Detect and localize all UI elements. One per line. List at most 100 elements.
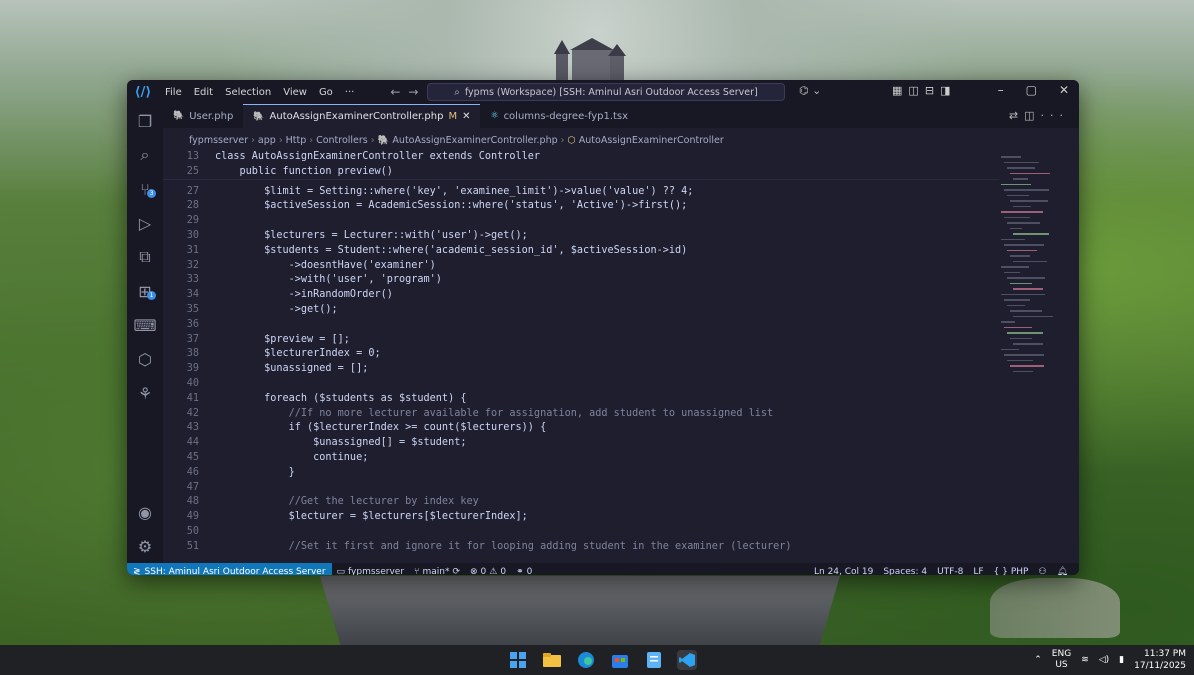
code-line[interactable]: 33 ->with('user', 'program') — [163, 273, 999, 288]
code-line[interactable]: 31 $students = Student::where('academic_… — [163, 244, 999, 259]
code-line[interactable]: 32 ->doesntHave('examiner') — [163, 259, 999, 274]
indentation[interactable]: Spaces: 4 — [878, 567, 932, 575]
branch-status[interactable]: ⑂ main* ⟳ — [409, 567, 465, 575]
toggle-sidebar-icon[interactable]: ◫ — [908, 84, 924, 97]
docker-icon[interactable]: ⚘ — [127, 376, 163, 410]
code-editor[interactable]: 13 class AutoAssignExaminerController ext… — [163, 150, 999, 563]
toggle-secondary-sidebar-icon[interactable]: ◨ — [940, 84, 956, 97]
explorer-icon[interactable]: ❐ — [127, 104, 163, 138]
code-line[interactable]: 39 $unassigned = []; — [163, 362, 999, 377]
code-line[interactable]: 46 } — [163, 466, 999, 481]
code-line[interactable]: 36 — [163, 318, 999, 333]
split-editor-icon[interactable]: ◫ — [1024, 109, 1040, 122]
notepad-icon[interactable] — [644, 650, 664, 670]
sticky-scroll-line[interactable]: 25 public function preview() — [163, 164, 999, 180]
database-icon[interactable]: ⬡ — [127, 342, 163, 376]
breadcrumb-item[interactable]: Http — [286, 135, 307, 146]
settings-gear-icon[interactable]: ⚙ — [127, 529, 163, 563]
vscode-taskbar-icon[interactable] — [677, 650, 697, 670]
maximize-icon[interactable]: ▢ — [1026, 83, 1037, 97]
code-line[interactable]: 47 — [163, 481, 999, 496]
code-line[interactable]: 35 ->get(); — [163, 303, 999, 318]
store-icon[interactable] — [610, 650, 630, 670]
menu-edit[interactable]: Edit — [188, 87, 219, 98]
problems-status[interactable]: ⊗ 0 ⚠ 0 — [465, 567, 511, 575]
code-line[interactable]: 38 $lecturerIndex = 0; — [163, 347, 999, 362]
copilot-status-icon[interactable]: ⚇ — [1033, 567, 1051, 575]
copilot-icon[interactable]: ⌬ ⌄ — [799, 84, 821, 97]
code-line[interactable]: 42 //If no more lecturer available for a… — [163, 407, 999, 422]
breadcrumb-item[interactable]: AutoAssignExaminerController — [579, 135, 724, 146]
chevron-up-icon[interactable]: ⌃ — [1034, 655, 1042, 665]
encoding[interactable]: UTF-8 — [932, 567, 968, 575]
end-of-line[interactable]: LF — [968, 567, 988, 575]
tab-autoassign-controller[interactable]: 🐘 AutoAssignExaminerController.php M ✕ — [243, 104, 481, 128]
code-line[interactable]: 40 — [163, 377, 999, 392]
forward-arrow-icon[interactable]: → — [408, 85, 426, 99]
remote-explorer-icon[interactable]: ⧉ — [127, 240, 163, 274]
customize-layout-icon[interactable]: ▦ — [892, 84, 908, 97]
language-indicator[interactable]: ENG US — [1052, 649, 1071, 671]
clock[interactable]: 11:37 PM 17/11/2025 — [1134, 648, 1186, 672]
edge-browser-icon[interactable] — [576, 650, 596, 670]
more-actions-icon[interactable]: ··· — [1041, 109, 1070, 122]
language-mode[interactable]: { } PHP — [989, 567, 1034, 575]
run-debug-icon[interactable]: ▷ — [127, 206, 163, 240]
extensions-icon[interactable]: ⊞ 1 — [127, 274, 163, 308]
remote-indicator[interactable]: ≷ SSH: Aminul Asri Outdoor Access Server — [127, 563, 332, 575]
sticky-scroll-line[interactable]: 13 class AutoAssignExaminerController ext… — [163, 150, 999, 165]
code-line[interactable]: 45 continue; — [163, 451, 999, 466]
folder-status[interactable]: ▭ fypmsserver — [332, 567, 410, 575]
code-line[interactable]: 27 $limit = Setting::where('key', 'exami… — [163, 185, 999, 200]
nav-arrows[interactable]: ←→ — [390, 85, 426, 99]
tab-user-php[interactable]: 🐘 User.php — [163, 104, 243, 128]
menu-more[interactable]: ··· — [339, 87, 361, 98]
file-explorer-icon[interactable] — [542, 650, 562, 670]
compare-icon[interactable]: ⇄ — [1009, 109, 1024, 122]
windows-start-icon[interactable] — [508, 650, 528, 670]
code-line[interactable]: 29 — [163, 214, 999, 229]
code-line[interactable]: 37 $preview = []; — [163, 333, 999, 348]
code-line[interactable]: 48 //Get the lecturer by index key — [163, 495, 999, 510]
code-text: ->get(); — [215, 303, 338, 315]
code-text: $lecturer = $lecturers[$lecturerIndex]; — [215, 511, 528, 523]
cursor-position[interactable]: Ln 24, Col 19 — [809, 567, 878, 575]
line-number: 27 — [186, 185, 199, 197]
code-line[interactable]: 49 $lecturer = $lecturers[$lecturerIndex… — [163, 510, 999, 525]
sync-icon[interactable]: ⟳ — [452, 567, 460, 575]
code-line[interactable]: 30 $lecturers = Lecturer::with('user')->… — [163, 229, 999, 244]
close-icon[interactable]: ✕ — [1059, 83, 1069, 97]
code-line[interactable]: 43 if ($lecturerIndex >= count($lecturer… — [163, 421, 999, 436]
wifi-icon[interactable]: ≋ — [1081, 655, 1089, 665]
volume-icon[interactable]: ◁) — [1099, 655, 1109, 665]
code-line[interactable]: 50 — [163, 525, 999, 540]
breadcrumb-item[interactable]: app — [258, 135, 276, 146]
ports-status[interactable]: ⚭ 0 — [511, 567, 537, 575]
menu-file[interactable]: File — [159, 87, 188, 98]
search-activity-icon[interactable]: ⌕ — [127, 138, 163, 172]
copilot-chat-icon[interactable]: ⌨ — [127, 308, 163, 342]
source-control-icon[interactable]: ⑂ 3 — [127, 172, 163, 206]
back-arrow-icon[interactable]: ← — [390, 85, 408, 99]
code-line[interactable]: 41 foreach ($students as $student) { — [163, 392, 999, 407]
command-center-search[interactable]: ⌕ fypms (Workspace) [SSH: Aminul Asri Ou… — [427, 83, 785, 101]
layout-controls[interactable]: ▦◫⊟◨ — [892, 84, 956, 97]
tab-columns-degree[interactable]: ⚛ columns-degree-fyp1.tsx — [480, 104, 638, 128]
code-line[interactable]: 44 $unassigned[] = $student; — [163, 436, 999, 451]
breadcrumb-item[interactable]: Controllers — [316, 135, 368, 146]
menu-go[interactable]: Go — [313, 87, 339, 98]
code-line[interactable]: 51 //Set it first and ignore it for loop… — [163, 540, 999, 555]
code-line[interactable]: 34 ->inRandomOrder() — [163, 288, 999, 303]
close-tab-icon[interactable]: ✕ — [462, 111, 470, 122]
code-line[interactable]: 28 $activeSession = AcademicSession::whe… — [163, 199, 999, 214]
battery-icon[interactable]: ▮ — [1119, 655, 1124, 665]
menu-view[interactable]: View — [277, 87, 313, 98]
minimap[interactable] — [997, 150, 1067, 563]
notifications-bell-icon[interactable]: 🔔︎ — [1052, 567, 1073, 575]
account-icon[interactable]: ◉ — [127, 495, 163, 529]
breadcrumb-item[interactable]: AutoAssignExaminerController.php — [392, 135, 557, 146]
breadcrumb-item[interactable]: fypmsserver — [189, 135, 248, 146]
toggle-panel-icon[interactable]: ⊟ — [925, 84, 940, 97]
menu-selection[interactable]: Selection — [219, 87, 277, 98]
minimize-icon[interactable]: – — [998, 83, 1004, 97]
